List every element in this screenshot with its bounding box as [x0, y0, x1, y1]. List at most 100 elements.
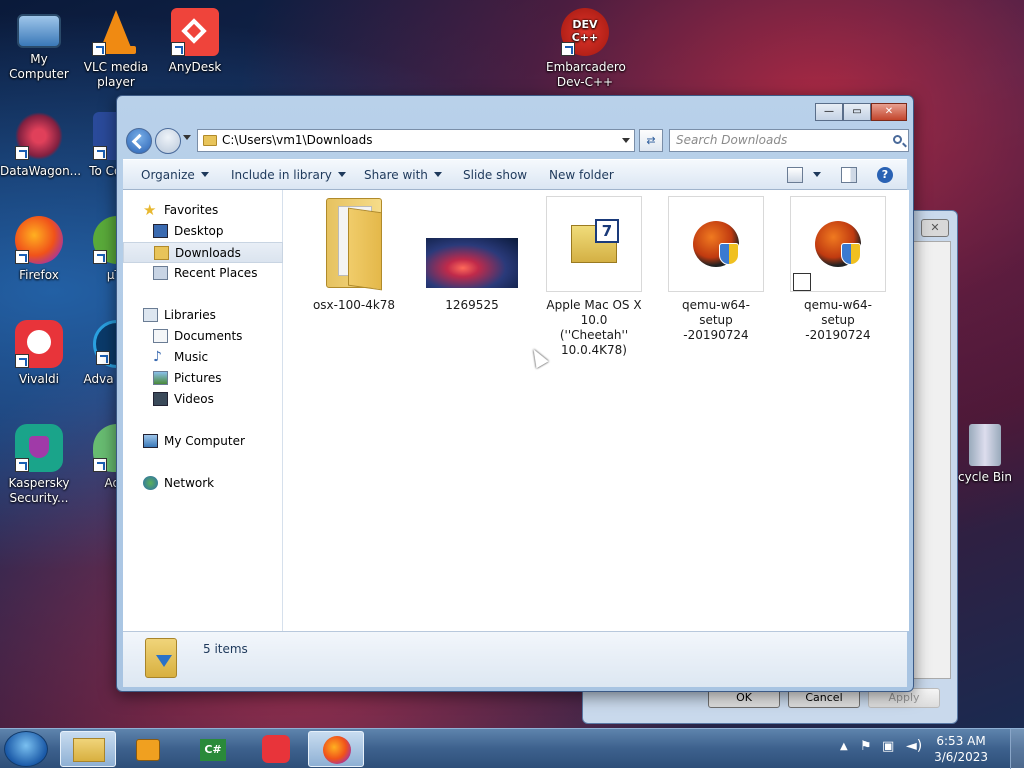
- details-pane: 5 items: [123, 631, 907, 687]
- view-options-icon[interactable]: [787, 167, 803, 183]
- file-item[interactable]: 1269525: [423, 196, 521, 313]
- chevron-down-icon: [337, 172, 346, 177]
- image-thumbnail: [424, 196, 520, 292]
- nav-network[interactable]: Network: [123, 473, 283, 494]
- shortcut-arrow-icon: [93, 146, 107, 160]
- clock-date: 3/6/2023: [934, 750, 988, 764]
- shortcut-arrow-icon: [92, 42, 106, 56]
- firefox-icon: [323, 736, 351, 764]
- desktop-icon-vivaldi[interactable]: Vivaldi: [0, 320, 78, 387]
- desktop-icon: [153, 224, 168, 238]
- nav-libraries[interactable]: Libraries: [123, 305, 283, 326]
- explorer-window: — ▭ ✕ C:\Users\vm1\Downloads ⇄ Search Do…: [116, 95, 914, 692]
- star-icon: ★: [143, 201, 157, 219]
- network-globe-icon: [143, 476, 158, 490]
- vivaldi-icon: [262, 735, 290, 763]
- film-strip-icon: [153, 392, 168, 406]
- organize-button[interactable]: Organize: [141, 160, 209, 190]
- taskbar-vivaldi-button[interactable]: [248, 731, 304, 767]
- shortcut-arrow-icon: [561, 42, 575, 56]
- include-in-library-button[interactable]: Include in library: [231, 160, 346, 190]
- desktop-icon-vlc[interactable]: VLC media player: [77, 8, 155, 90]
- chevron-down-icon: [200, 172, 209, 177]
- nav-videos[interactable]: Videos: [123, 389, 283, 410]
- navigation-bar: C:\Users\vm1\Downloads ⇄ Search Download…: [123, 126, 909, 156]
- desktop-icon-datawagon[interactable]: DataWagon...: [0, 112, 81, 179]
- clock[interactable]: 6:53 AM 3/6/2023: [934, 733, 988, 765]
- folder-icon: [203, 135, 217, 146]
- address-dropdown-icon[interactable]: [622, 138, 630, 143]
- desktop-icon-devcpp[interactable]: DEV C++ Embarcadero Dev-C++: [546, 8, 626, 90]
- nav-pictures[interactable]: Pictures: [123, 368, 283, 389]
- music-note-icon: ♪: [153, 349, 162, 365]
- file-item[interactable]: qemu-w64-setup -20190724: [789, 196, 887, 343]
- taskbar-media-player-button[interactable]: [120, 731, 176, 767]
- chevron-down-icon: [813, 172, 821, 177]
- forward-button[interactable]: [155, 128, 181, 154]
- taskbar-csharp-button[interactable]: C#: [184, 731, 240, 767]
- maximize-button[interactable]: ▭: [843, 103, 871, 121]
- shortcut-arrow-icon: [171, 42, 185, 56]
- show-desktop-button[interactable]: [1010, 729, 1024, 769]
- nav-my-computer[interactable]: My Computer: [123, 431, 283, 452]
- new-folder-button[interactable]: New folder: [549, 160, 614, 190]
- nav-documents[interactable]: Documents: [123, 326, 283, 347]
- system-tray: ▲ ⚑ ▣ ◄) 6:53 AM 3/6/2023: [834, 729, 1024, 769]
- close-button[interactable]: ✕: [871, 103, 907, 121]
- command-bar: Organize Include in library Share with S…: [123, 159, 907, 190]
- show-hidden-icons-chevron-icon[interactable]: ▲: [840, 741, 848, 752]
- help-icon[interactable]: ?: [877, 167, 893, 183]
- computer-icon: [143, 434, 158, 448]
- qemu-installer-icon: [668, 196, 764, 292]
- search-placeholder: Search Downloads: [676, 133, 788, 147]
- search-input[interactable]: Search Downloads: [669, 129, 909, 152]
- vlc-cone-icon: [92, 8, 140, 56]
- file-item[interactable]: qemu-w64-setup -20190724: [667, 196, 765, 343]
- file-item[interactable]: osx-100-4k78: [305, 196, 403, 313]
- desktop-icon-firefox[interactable]: Firefox: [0, 216, 78, 283]
- desktop-icon-kaspersky[interactable]: Kaspersky Security...: [0, 424, 78, 506]
- minimize-button[interactable]: —: [815, 103, 843, 121]
- recent-pages-dropdown[interactable]: [183, 135, 191, 140]
- downloads-folder-large-icon: [145, 638, 177, 678]
- qemu-installer-shortcut-icon: [790, 196, 886, 292]
- slide-show-button[interactable]: Slide show: [463, 160, 527, 190]
- desktop-icon-my-computer[interactable]: My Computer: [0, 8, 78, 82]
- devcpp-logo-text: DEV C++: [571, 18, 599, 44]
- 7zip-archive-icon: 7: [546, 196, 642, 292]
- nav-music[interactable]: ♪ Music: [123, 347, 283, 368]
- media-player-icon: [136, 739, 160, 761]
- background-dialog-close-button[interactable]: ✕: [921, 219, 949, 237]
- search-icon[interactable]: [893, 135, 902, 144]
- taskbar-firefox-button[interactable]: [308, 731, 364, 767]
- address-bar[interactable]: C:\Users\vm1\Downloads: [197, 129, 635, 152]
- shortcut-arrow-icon: [93, 458, 107, 472]
- share-with-button[interactable]: Share with: [364, 160, 442, 190]
- chevron-down-icon: [433, 172, 442, 177]
- desktop-icon-anydesk[interactable]: AnyDesk: [156, 8, 234, 75]
- shortcut-arrow-icon: [15, 354, 29, 368]
- nav-recent-places[interactable]: Recent Places: [123, 263, 283, 284]
- back-button[interactable]: [126, 128, 152, 154]
- network-icon[interactable]: ▣: [882, 739, 894, 754]
- start-button[interactable]: [4, 731, 48, 767]
- nav-downloads[interactable]: Downloads: [123, 242, 283, 263]
- anydesk-icon: [171, 8, 219, 56]
- nav-desktop[interactable]: Desktop: [123, 221, 283, 242]
- pictures-icon: [153, 371, 168, 385]
- taskbar-explorer-button[interactable]: [60, 731, 116, 767]
- nav-favorites[interactable]: ★ Favorites: [123, 200, 283, 221]
- refresh-button[interactable]: ⇄: [639, 129, 663, 152]
- navigation-pane: ★ Favorites Desktop Downloads Recent Pla…: [123, 190, 283, 631]
- action-center-flag-icon[interactable]: ⚑: [860, 739, 872, 754]
- shortcut-arrow-icon: [15, 146, 29, 160]
- item-count: 5 items: [203, 642, 248, 656]
- shortcut-arrow-icon: [793, 273, 811, 291]
- folder-icon: [73, 738, 105, 762]
- file-item[interactable]: 7 Apple Mac OS X 10.0 (''Cheetah'' 10.0.…: [545, 196, 643, 358]
- computer-icon: [17, 14, 61, 48]
- view-dropdown[interactable]: [807, 160, 821, 190]
- volume-icon[interactable]: ◄): [906, 738, 922, 754]
- firefox-icon: [15, 216, 63, 264]
- preview-pane-icon[interactable]: [841, 167, 857, 183]
